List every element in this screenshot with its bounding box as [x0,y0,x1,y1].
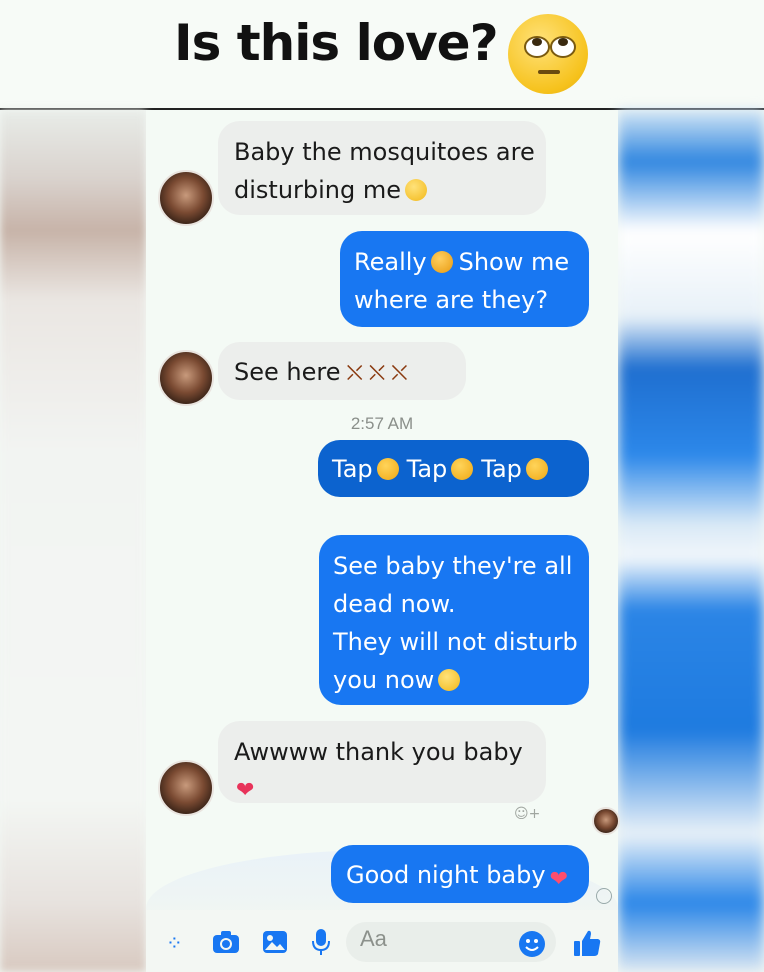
menu-dots-icon[interactable]: ⁘ [166,930,183,956]
mosquito-icon: ⛌ [368,361,386,386]
outgoing-message-bubble[interactable]: Tap Tap Tap [318,440,589,497]
message-text: Awwww thank you baby [234,738,523,766]
message-text: where are they? [354,286,549,314]
add-reaction-icon[interactable]: ☺+ [514,806,540,822]
message-text: Tap [481,455,522,483]
message-text: Really [354,248,427,276]
message-text: Baby the mosquitoes are [234,138,535,166]
microphone-icon[interactable] [312,928,330,961]
message-input-placeholder: Aa [360,926,387,951]
incoming-message-bubble[interactable]: See here ⛌ ⛌ ⛌ [218,342,466,400]
pouting-face-icon [430,251,453,273]
incoming-message-bubble[interactable]: Baby the mosquitoes are disturbing me [218,121,546,215]
camera-icon[interactable] [212,930,240,959]
outgoing-message-bubble[interactable]: See baby they're all dead now. They will… [319,535,589,705]
message-text: Good night baby [346,861,546,889]
mosquito-icon: ⛌ [346,361,363,386]
image-icon[interactable] [262,930,288,959]
message-text: See here [234,358,341,386]
title-bar: Is this love? [0,0,764,110]
read-receipt-avatar [592,807,620,835]
message-text: you now [333,666,435,694]
incoming-message-bubble[interactable]: Awwww thank you baby ❤ [218,721,546,803]
message-timestamp: 2:57 AM [350,414,414,433]
relieved-face-icon [438,669,461,691]
clapping-hands-icon [525,458,548,480]
message-text: disturbing me [234,176,402,204]
clapping-hands-icon [451,458,474,480]
clapping-hands-icon [376,458,399,480]
message-text: Tap [406,455,448,483]
sparkling-heart-icon: ❤ [236,778,255,803]
face-with-rolling-eyes-icon [508,14,588,94]
contact-avatar[interactable] [158,350,214,406]
emoji-icon[interactable] [518,930,546,963]
sent-check-icon [596,888,612,904]
message-text: Show me [458,248,570,276]
outgoing-message-bubble[interactable]: Good night baby ❤ [331,845,589,903]
blurred-background-right [618,110,764,972]
message-text: See baby they're all [333,552,573,580]
message-text: Tap [332,455,373,483]
contact-avatar[interactable] [158,760,214,816]
worried-face-icon [405,179,428,201]
thumbs-up-icon[interactable] [572,928,602,963]
outgoing-message-bubble[interactable]: Really Show me where are they? [340,231,589,327]
message-text: dead now. [333,590,456,618]
mosquito-icon: ⛌ [391,361,408,386]
message-text: They will not disturb [333,628,578,656]
page-title: Is this love? [174,14,499,72]
contact-avatar[interactable] [158,170,214,226]
blurred-background-left [0,110,146,972]
sparkling-heart-icon: ❤ [549,867,569,892]
